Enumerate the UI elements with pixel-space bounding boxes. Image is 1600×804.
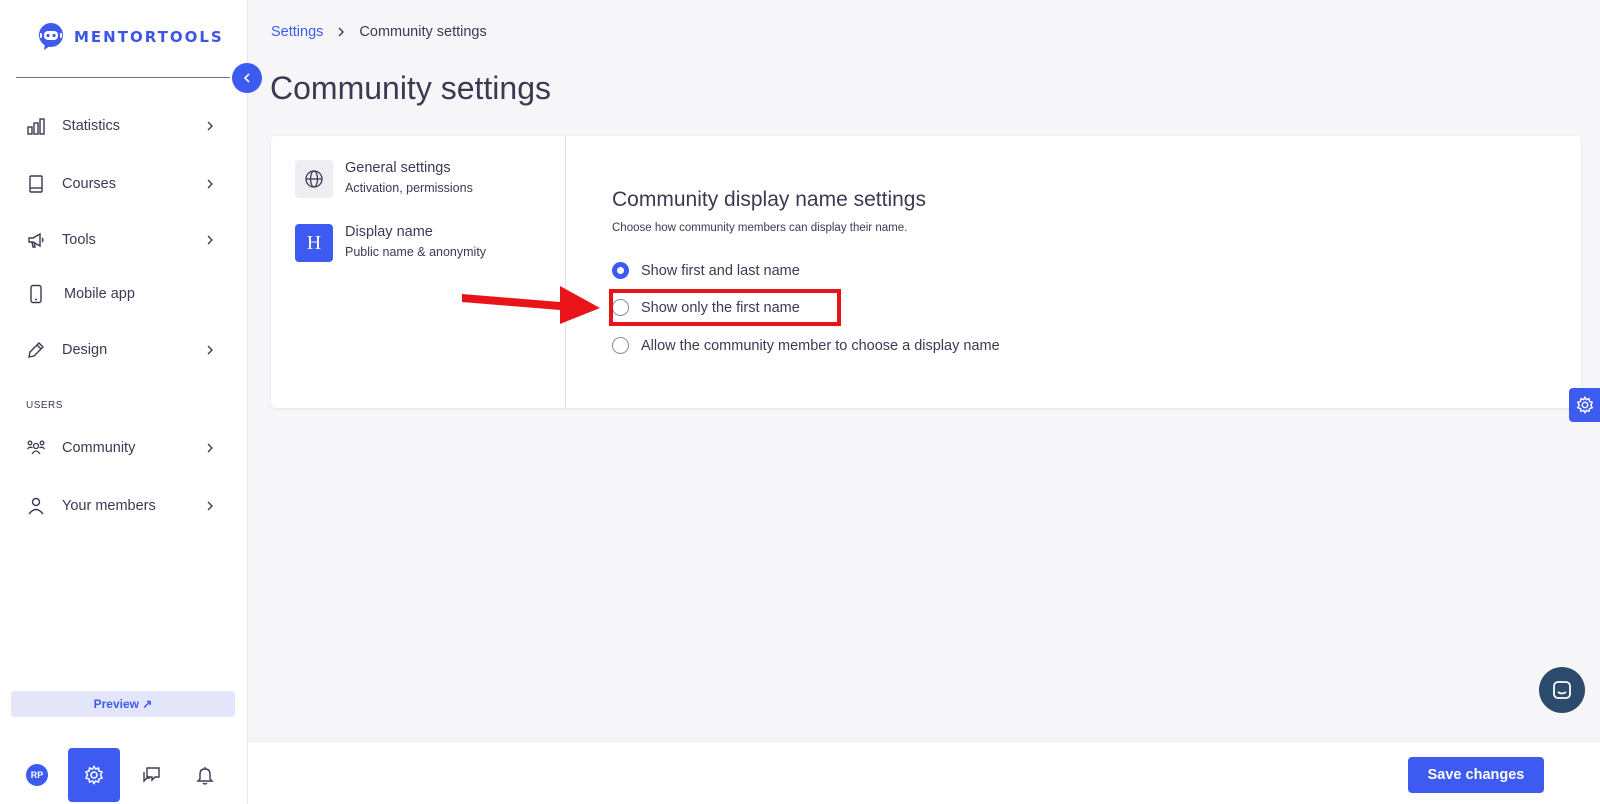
heading-icon-letter: H — [306, 231, 322, 254]
card-divider — [565, 136, 566, 408]
message-icon — [1553, 681, 1571, 699]
sidebar-item-label: Your members — [62, 498, 156, 514]
book-icon — [29, 175, 43, 193]
radio-label: Show only the first name — [641, 299, 800, 316]
bar-chart-icon — [27, 118, 45, 135]
sidebar-item-label: Mobile app — [64, 286, 135, 302]
sidebar-item-courses[interactable]: Courses — [0, 164, 232, 204]
radio-label: Show first and last name — [641, 262, 800, 279]
chevron-right-icon — [207, 501, 213, 511]
sidebar-item-label: Design — [62, 342, 108, 358]
settings-menu-title: General settings — [345, 160, 451, 176]
settings-menu-subtitle: Activation, permissions — [345, 181, 473, 195]
sidebar-item-label: Courses — [62, 176, 116, 192]
chevron-left-icon — [243, 73, 250, 83]
avatar[interactable]: RP — [26, 764, 48, 786]
side-settings-tab[interactable] — [1569, 388, 1600, 422]
heading-icon: H — [295, 224, 333, 262]
sidebar-bottom-bar: RP — [0, 744, 248, 804]
sidebar-item-label: Community — [62, 440, 136, 456]
sidebar-item-label: Tools — [62, 232, 96, 248]
option-choose-display-name[interactable]: Allow the community member to choose a d… — [612, 337, 1000, 354]
chevron-right-icon — [207, 443, 213, 453]
sidebar-collapse-button[interactable] — [232, 63, 262, 93]
settings-menu-title: Display name — [345, 224, 433, 240]
radio-button[interactable] — [612, 299, 629, 316]
sidebar-item-mobile-app[interactable]: Mobile app — [0, 274, 232, 314]
sidebar-item-community[interactable]: Community — [0, 428, 232, 468]
settings-menu-display-name[interactable]: H Display name Public name & anonymity — [295, 224, 555, 264]
annotation-arrow-icon — [462, 286, 600, 324]
chevron-right-icon — [207, 235, 213, 245]
phone-icon — [30, 284, 42, 304]
chevron-right-icon — [207, 179, 213, 189]
breadcrumb: Settings Community settings — [271, 24, 487, 40]
person-icon — [28, 497, 44, 515]
preview-button[interactable]: Preview ↗ — [11, 691, 235, 717]
megaphone-icon — [28, 232, 44, 248]
robot-logo-icon — [39, 23, 63, 50]
sidebar-item-tools[interactable]: Tools — [0, 220, 232, 260]
sidebar-item-design[interactable]: Design — [0, 330, 232, 370]
support-chat-button[interactable] — [1539, 667, 1585, 713]
footer-bar — [248, 741, 1600, 804]
radio-button-selected[interactable] — [612, 262, 629, 279]
page-title: Community settings — [270, 70, 551, 106]
sidebar-item-label: Statistics — [62, 118, 121, 134]
breadcrumb-settings-link[interactable]: Settings — [271, 24, 323, 40]
group-icon — [27, 440, 45, 455]
chat-icon[interactable] — [140, 764, 162, 786]
globe-icon-box — [295, 160, 333, 198]
gear-icon — [84, 765, 104, 785]
chevron-right-icon — [207, 121, 213, 131]
display-name-settings-title: Community display name settings — [612, 188, 926, 211]
logo-divider — [16, 77, 230, 78]
option-first-and-last-name[interactable]: Show first and last name — [612, 262, 800, 279]
sidebar-item-your-members[interactable]: Your members — [0, 486, 232, 526]
settings-card: General settings Activation, permissions… — [271, 136, 1581, 408]
settings-menu-subtitle: Public name & anonymity — [345, 245, 487, 259]
save-changes-button[interactable]: Save changes — [1408, 757, 1544, 793]
section-label-users: USERS — [26, 400, 63, 411]
radio-button[interactable] — [612, 337, 629, 354]
option-first-name-only[interactable]: Show only the first name — [612, 299, 800, 316]
gear-icon — [1576, 396, 1593, 414]
logo[interactable]: MENTORTOOLS — [36, 22, 224, 52]
pencil-icon — [28, 342, 44, 358]
radio-label: Allow the community member to choose a d… — [641, 337, 1000, 354]
settings-menu-general[interactable]: General settings Activation, permissions — [295, 160, 555, 200]
brand-name: MENTORTOOLS — [74, 28, 224, 46]
settings-button[interactable] — [68, 748, 120, 802]
breadcrumb-current: Community settings — [359, 24, 487, 40]
chevron-right-icon — [207, 345, 213, 355]
globe-icon — [305, 170, 323, 188]
bell-icon[interactable] — [194, 764, 216, 786]
display-name-settings-description: Choose how community members can display… — [612, 222, 908, 234]
sidebar-item-statistics[interactable]: Statistics — [0, 106, 232, 146]
chevron-right-icon — [338, 27, 345, 37]
sidebar: MENTORTOOLS Statistics Courses Tools Mob… — [0, 0, 248, 804]
